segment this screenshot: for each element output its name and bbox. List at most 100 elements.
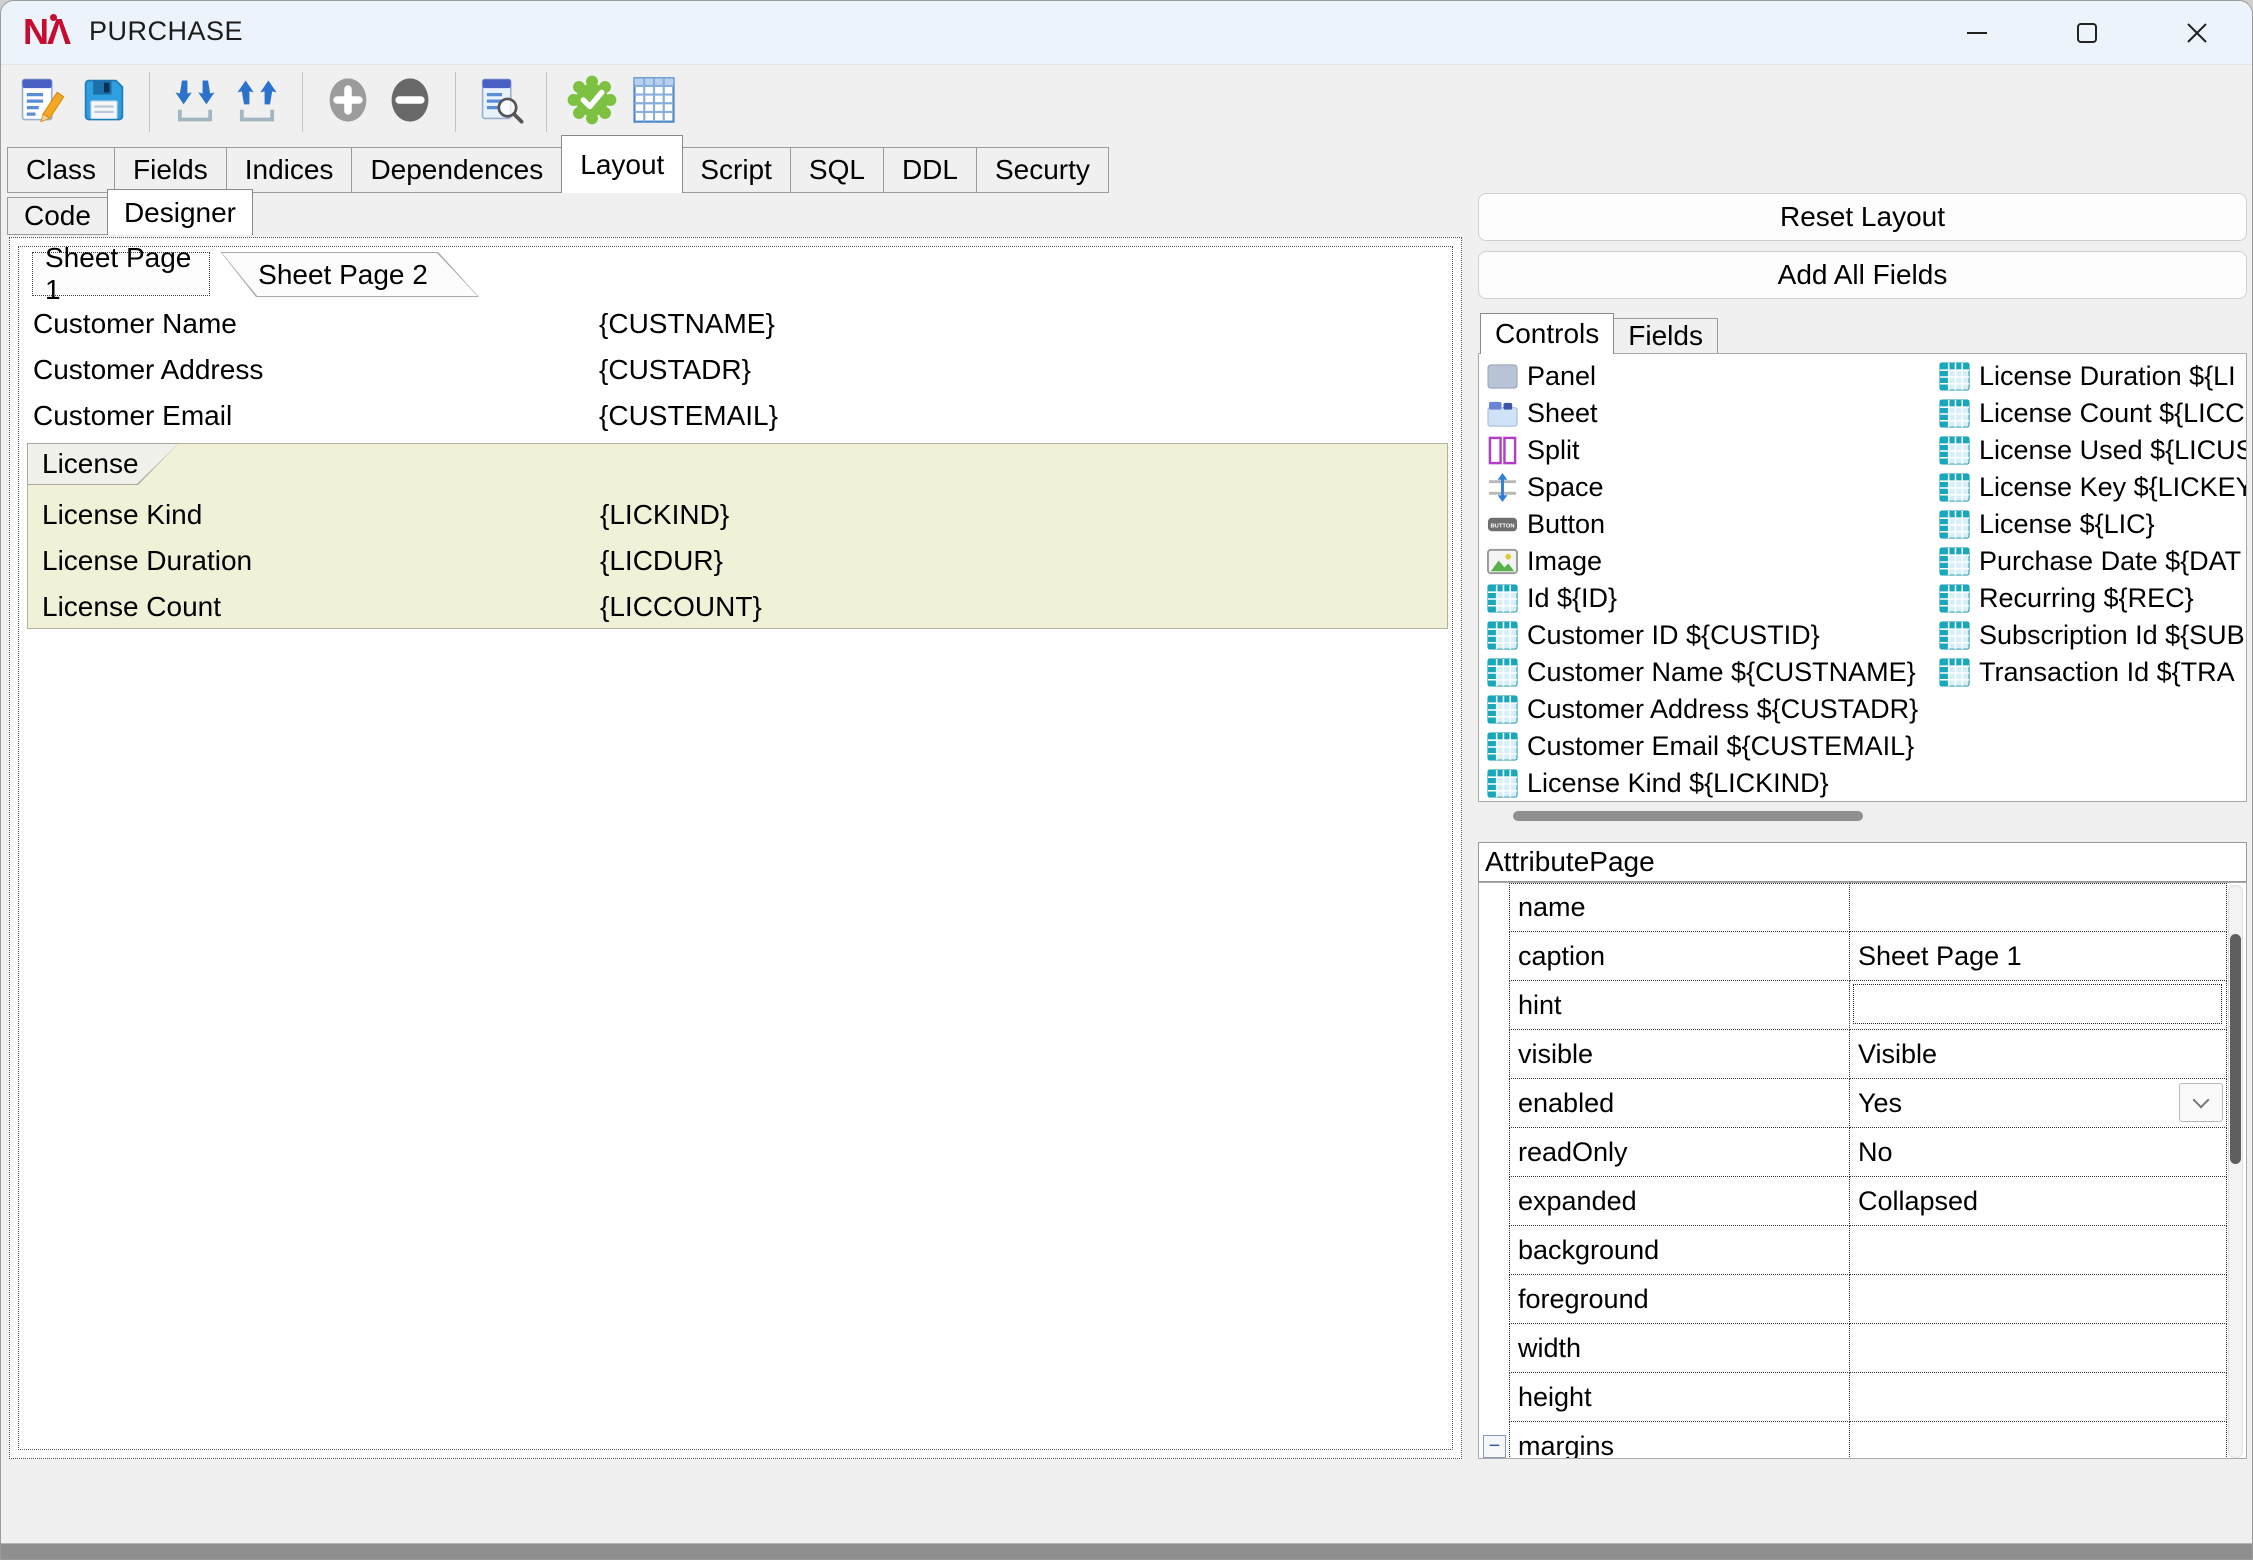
toolbar-button[interactable] (164, 71, 226, 133)
property-value[interactable]: Sheet Page 1 (1850, 932, 2227, 981)
designer-field-license-kind[interactable]: License Kind {LICKIND} (28, 492, 1447, 538)
tab-sql[interactable]: SQL (791, 147, 884, 193)
tab-indices[interactable]: Indices (227, 147, 353, 193)
palette-item-purchase-date-dat[interactable]: Purchase Date ${DAT (1939, 543, 2247, 580)
scrollbar-thumb[interactable] (1513, 811, 1863, 821)
tab-class[interactable]: Class (7, 147, 115, 193)
scrollbar-thumb[interactable] (2230, 934, 2241, 1164)
property-row-visible[interactable]: − visible Visible (1479, 1030, 2227, 1079)
property-value[interactable] (1850, 1324, 2227, 1373)
palette-item-recurring-rec[interactable]: Recurring ${REC} (1939, 580, 2247, 617)
property-name[interactable]: hint (1509, 981, 1850, 1030)
property-row-height[interactable]: − height (1479, 1373, 2227, 1422)
toolbar-button[interactable] (470, 71, 532, 133)
property-row-readonly[interactable]: − readOnly No (1479, 1128, 2227, 1177)
tab-dependences[interactable]: Dependences (352, 147, 562, 193)
property-name[interactable]: height (1509, 1373, 1850, 1422)
palette-item-subscription-id-sub[interactable]: Subscription Id ${SUB (1939, 617, 2247, 654)
property-name[interactable]: readOnly (1509, 1128, 1850, 1177)
hint-text-input[interactable] (1853, 984, 2222, 1024)
sheet-page-2-tab[interactable]: Sheet Page 2 (207, 252, 479, 297)
property-grid-scrollbar[interactable] (2228, 885, 2243, 1458)
palette-item-customer-email-custemail[interactable]: Customer Email ${CUSTEMAIL} (1487, 728, 1937, 765)
property-name[interactable]: width (1509, 1324, 1850, 1373)
designer-canvas[interactable]: Sheet Page 1 Sheet Page 2 Customer Name … (9, 237, 1462, 1459)
property-row-hint[interactable]: − hint (1479, 981, 2227, 1030)
property-row-enabled[interactable]: − enabled Yes (1479, 1079, 2227, 1128)
designer-field-customer-email[interactable]: Customer Email {CUSTEMAIL} (19, 393, 1452, 439)
property-value[interactable] (1850, 981, 2227, 1030)
tab-layout[interactable]: Layout (561, 135, 683, 193)
maximize-button[interactable] (2032, 1, 2142, 65)
tab-designer[interactable]: Designer (107, 189, 253, 235)
property-value[interactable]: Visible (1850, 1030, 2227, 1079)
property-value[interactable] (1850, 883, 2227, 932)
collapse-expander-icon[interactable]: − (1483, 1435, 1506, 1458)
tab-securty[interactable]: Securty (977, 147, 1109, 193)
toolbar-button[interactable] (317, 71, 379, 133)
property-name[interactable]: enabled (1509, 1079, 1850, 1128)
toolbar-button[interactable] (379, 71, 441, 133)
toolbar-button[interactable] (11, 71, 73, 133)
palette-item-license-count-licc[interactable]: License Count ${LICC (1939, 395, 2247, 432)
tab-script[interactable]: Script (682, 147, 791, 193)
palette-item-license-key-lickey[interactable]: License Key ${LICKEY (1939, 469, 2247, 506)
property-name[interactable]: visible (1509, 1030, 1850, 1079)
close-button[interactable] (2142, 1, 2252, 65)
property-value[interactable] (1850, 1373, 2227, 1422)
sheet-page-1-tab[interactable]: Sheet Page 1 (32, 252, 210, 296)
designer-field-customer-name[interactable]: Customer Name {CUSTNAME} (19, 301, 1452, 347)
property-row-name[interactable]: − name (1479, 883, 2227, 932)
toolbar-button[interactable] (561, 71, 623, 133)
add-all-fields-button[interactable]: Add All Fields (1478, 251, 2247, 299)
palette-item-button[interactable]: BUTTON Button (1487, 506, 1937, 543)
license-group-tab[interactable]: License (27, 443, 179, 485)
palette-item-license-duration-li[interactable]: License Duration ${LI (1939, 358, 2247, 395)
property-value[interactable]: Yes (1850, 1079, 2227, 1128)
palette-item-customer-id-custid[interactable]: Customer ID ${CUSTID} (1487, 617, 1937, 654)
property-value[interactable]: No (1850, 1128, 2227, 1177)
palette-item-sheet[interactable]: Sheet (1487, 395, 1937, 432)
property-row-caption[interactable]: − caption Sheet Page 1 (1479, 932, 2227, 981)
reset-layout-button[interactable]: Reset Layout (1478, 193, 2247, 241)
palette-item-panel[interactable]: Panel (1487, 358, 1937, 395)
palette-item-customer-name-custname[interactable]: Customer Name ${CUSTNAME} (1487, 654, 1937, 691)
palette-item-transaction-id-tra[interactable]: Transaction Id ${TRA (1939, 654, 2247, 691)
property-row-width[interactable]: − width (1479, 1324, 2227, 1373)
toolbar-button[interactable] (73, 71, 135, 133)
dropdown-button[interactable] (2179, 1083, 2223, 1122)
property-value[interactable] (1850, 1422, 2227, 1459)
palette-item-license-used-licus[interactable]: License Used ${LICUS (1939, 432, 2247, 469)
designer-field-license-duration[interactable]: License Duration {LICDUR} (28, 538, 1447, 584)
tab-ddl[interactable]: DDL (884, 147, 977, 193)
toolbar-button[interactable] (226, 71, 288, 133)
property-name[interactable]: name (1509, 883, 1850, 932)
tab-fields[interactable]: Fields (1614, 318, 1718, 354)
sheet-control[interactable]: Sheet Page 1 Sheet Page 2 Customer Name … (18, 246, 1453, 1450)
designer-field-license-count[interactable]: License Count {LICCOUNT} (28, 584, 1447, 630)
property-value[interactable]: Collapsed (1850, 1177, 2227, 1226)
palette-item-image[interactable]: Image (1487, 543, 1937, 580)
tab-code[interactable]: Code (7, 197, 108, 235)
designer-field-customer-address[interactable]: Customer Address {CUSTADR} (19, 347, 1452, 393)
property-row-expanded[interactable]: − expanded Collapsed (1479, 1177, 2227, 1226)
palette-item-id-id[interactable]: Id ${ID} (1487, 580, 1937, 617)
property-value[interactable] (1850, 1275, 2227, 1324)
property-row-margins[interactable]: − margins (1479, 1422, 2227, 1459)
palette-horizontal-scrollbar[interactable] (1478, 809, 2247, 823)
property-name[interactable]: foreground (1509, 1275, 1850, 1324)
palette-item-license-kind-lickind[interactable]: License Kind ${LICKIND} (1487, 765, 1937, 802)
palette-item-split[interactable]: Split (1487, 432, 1937, 469)
toolbar-button[interactable] (623, 71, 685, 133)
minimize-button[interactable] (1922, 1, 2032, 65)
palette-item-customer-address-custadr[interactable]: Customer Address ${CUSTADR} (1487, 691, 1937, 728)
property-name[interactable]: expanded (1509, 1177, 1850, 1226)
property-name[interactable]: margins (1509, 1422, 1850, 1459)
palette-item-license-lic[interactable]: License ${LIC} (1939, 506, 2247, 543)
palette-item-space[interactable]: Space (1487, 469, 1937, 506)
property-name[interactable]: background (1509, 1226, 1850, 1275)
property-row-background[interactable]: − background (1479, 1226, 2227, 1275)
tab-controls[interactable]: Controls (1480, 313, 1614, 354)
property-name[interactable]: caption (1509, 932, 1850, 981)
tab-fields[interactable]: Fields (115, 147, 227, 193)
